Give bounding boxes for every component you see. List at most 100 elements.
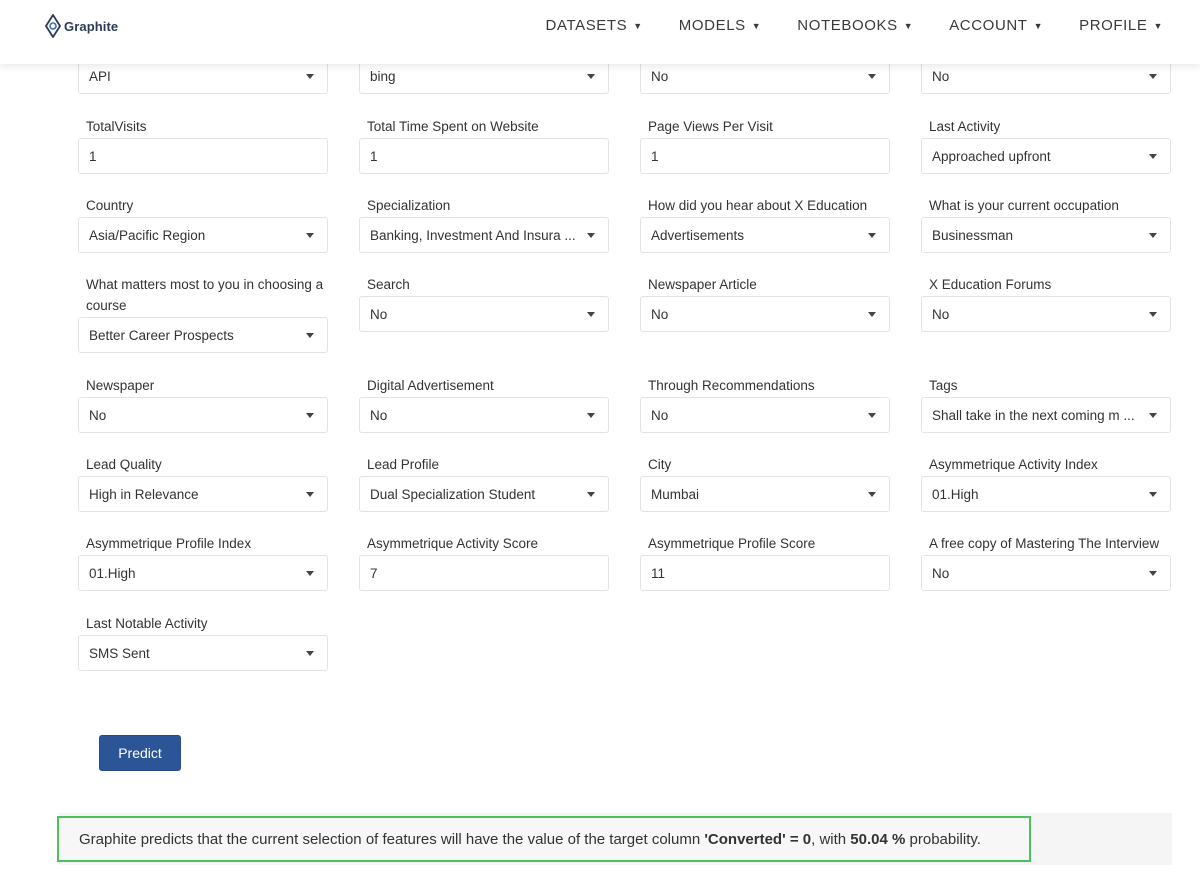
free-copy-label: A free copy of Mastering The Interview	[929, 536, 1160, 551]
dropdown-arrow-icon	[1149, 153, 1157, 159]
result-target-column: 'Converted' = 0	[704, 830, 812, 848]
brand-logo[interactable]: Graphite	[45, 14, 118, 38]
dropdown-arrow-icon	[868, 311, 876, 317]
specialization-select[interactable]: Banking, Investment And Insura ...	[359, 217, 609, 253]
profile-score-label: Asymmetrique Profile Score	[648, 536, 816, 551]
hear-about-select[interactable]: Advertisements	[640, 217, 890, 253]
last-activity-value: Approached upfront	[932, 148, 1051, 164]
brand-name: Graphite	[64, 18, 119, 34]
last-notable-select[interactable]: SMS Sent	[78, 635, 328, 671]
dropdown-arrow-icon	[306, 570, 314, 576]
caret-down-icon: ▼	[903, 20, 914, 31]
newspaper-label: Newspaper	[86, 378, 155, 393]
last-activity-select[interactable]: Approached upfront	[921, 138, 1171, 174]
search-value: No	[370, 306, 388, 322]
profile-index-value: 01.High	[89, 565, 136, 581]
lead-quality-value: High in Relevance	[89, 486, 199, 502]
do-not-call-value: No	[932, 68, 950, 84]
activity-score-value: 7	[370, 565, 378, 581]
predict-button[interactable]: Predict	[99, 735, 181, 771]
search-select[interactable]: No	[359, 296, 609, 332]
nav-notebooks-label: NOTEBOOKS	[797, 17, 898, 34]
forums-select[interactable]: No	[921, 296, 1171, 332]
occupation-select[interactable]: Businessman	[921, 217, 1171, 253]
last-notable-label: Last Notable Activity	[86, 616, 208, 631]
activity-index-select[interactable]: 01.High	[921, 476, 1171, 512]
nav-datasets-label: DATASETS	[545, 17, 628, 34]
page-views-input[interactable]: 1	[640, 138, 890, 174]
newspaper-article-value: No	[651, 306, 669, 322]
graphite-logo-icon	[45, 14, 61, 38]
nav-models[interactable]: MODELS ▼	[679, 17, 761, 34]
nav-profile[interactable]: PROFILE ▼	[1079, 17, 1163, 34]
caret-down-icon: ▼	[751, 20, 762, 31]
time-on-site-label: Total Time Spent on Website	[367, 119, 539, 134]
total-visits-input[interactable]: 1	[78, 138, 328, 174]
recommendations-label: Through Recommendations	[648, 378, 815, 393]
prediction-result: Graphite predicts that the current selec…	[57, 816, 1031, 862]
dropdown-arrow-icon	[1149, 491, 1157, 497]
hear-about-label: How did you hear about X Education	[648, 198, 868, 213]
dropdown-arrow-icon	[306, 232, 314, 238]
caret-down-icon: ▼	[1153, 20, 1163, 31]
country-select[interactable]: Asia/Pacific Region	[78, 217, 328, 253]
newspaper-article-label: Newspaper Article	[648, 277, 757, 292]
recommendations-select[interactable]: No	[640, 397, 890, 433]
nav-datasets[interactable]: DATASETS ▼	[546, 17, 643, 34]
country-label: Country	[86, 198, 134, 213]
last-activity-label: Last Activity	[929, 119, 1001, 134]
total-visits-label: TotalVisits	[86, 119, 147, 134]
dropdown-arrow-icon	[868, 232, 876, 238]
free-copy-select[interactable]: No	[921, 555, 1171, 591]
nav-profile-label: PROFILE	[1079, 17, 1148, 34]
recommendations-value: No	[651, 407, 669, 423]
dropdown-arrow-icon	[306, 73, 314, 79]
newspaper-value: No	[89, 407, 107, 423]
dropdown-arrow-icon	[306, 332, 314, 338]
profile-index-select[interactable]: 01.High	[78, 555, 328, 591]
activity-index-value: 01.High	[932, 486, 979, 502]
occupation-label: What is your current occupation	[929, 198, 1119, 213]
result-suffix: probability.	[905, 830, 981, 848]
dropdown-arrow-icon	[587, 73, 595, 79]
nav-models-label: MODELS	[678, 17, 746, 34]
newspaper-select[interactable]: No	[78, 397, 328, 433]
profile-score-input[interactable]: 11	[640, 555, 890, 591]
profile-score-value: 11	[651, 565, 666, 581]
dropdown-arrow-icon	[587, 232, 595, 238]
nav-account[interactable]: ACCOUNT ▼	[949, 17, 1043, 34]
digital-ad-select[interactable]: No	[359, 397, 609, 433]
dropdown-arrow-icon	[1149, 570, 1157, 576]
newspaper-article-select[interactable]: No	[640, 296, 890, 332]
page-views-value: 1	[651, 148, 659, 164]
digital-ad-value: No	[370, 407, 388, 423]
dropdown-arrow-icon	[868, 412, 876, 418]
top-navbar: Graphite DATASETS ▼ MODELS ▼ NOTEBOOKS ▼ AC…	[0, 0, 1200, 64]
tags-select[interactable]: Shall take in the next coming m ...	[921, 397, 1171, 433]
city-select[interactable]: Mumbai	[640, 476, 890, 512]
result-prefix: Graphite predicts that the current selec…	[79, 830, 705, 848]
lead-profile-value: Dual Specialization Student	[370, 486, 536, 502]
matters-most-label: What matters most to you in choosing a c…	[86, 277, 324, 313]
nav-account-label: ACCOUNT	[949, 17, 1028, 34]
result-probability: 50.04 %	[850, 830, 906, 848]
matters-most-select[interactable]: Better Career Prospects	[78, 317, 328, 353]
time-on-site-input[interactable]: 1	[359, 138, 609, 174]
lead-quality-select[interactable]: High in Relevance	[78, 476, 328, 512]
dropdown-arrow-icon	[868, 491, 876, 497]
profile-index-label: Asymmetrique Profile Index	[86, 536, 252, 551]
result-middle: , with	[811, 830, 851, 848]
last-notable-value: SMS Sent	[89, 645, 150, 661]
activity-score-input[interactable]: 7	[359, 555, 609, 591]
nav-notebooks[interactable]: NOTEBOOKS ▼	[797, 17, 913, 34]
main-nav: DATASETS ▼ MODELS ▼ NOTEBOOKS ▼ ACCOUNT ▼ PR…	[510, 17, 1163, 34]
dropdown-arrow-icon	[1149, 311, 1157, 317]
forums-label: X Education Forums	[929, 277, 1052, 292]
lead-profile-select[interactable]: Dual Specialization Student	[359, 476, 609, 512]
city-value: Mumbai	[651, 486, 700, 502]
lead-quality-label: Lead Quality	[86, 457, 162, 472]
specialization-label: Specialization	[367, 198, 451, 213]
country-value: Asia/Pacific Region	[89, 227, 206, 243]
dropdown-arrow-icon	[587, 412, 595, 418]
dropdown-arrow-icon	[1149, 73, 1157, 79]
